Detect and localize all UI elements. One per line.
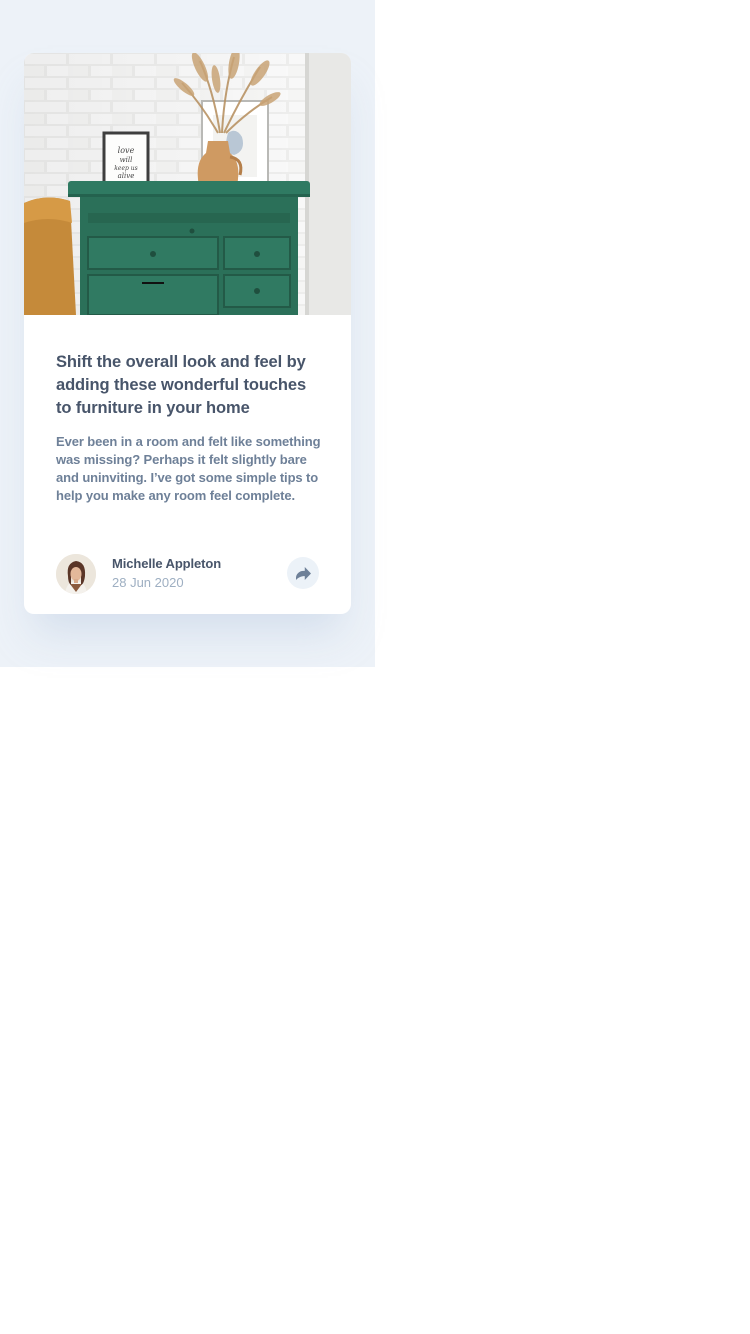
svg-text:alive: alive bbox=[118, 172, 135, 180]
hero-image: love will keep us alive bbox=[24, 53, 351, 315]
author-avatar bbox=[56, 554, 96, 594]
svg-text:love: love bbox=[118, 146, 135, 155]
post-date: 28 Jun 2020 bbox=[112, 575, 184, 590]
svg-text:will: will bbox=[120, 156, 133, 164]
article-title[interactable]: Shift the overall look and feel by addin… bbox=[56, 351, 321, 420]
author-name: Michelle Appleton bbox=[112, 556, 222, 571]
share-button[interactable] bbox=[287, 557, 319, 589]
svg-text:keep us: keep us bbox=[114, 165, 137, 172]
share-icon bbox=[295, 566, 311, 580]
article-card: love will keep us alive Shift the overal… bbox=[24, 53, 351, 614]
article-description: Ever been in a room and felt like someth… bbox=[56, 434, 321, 503]
